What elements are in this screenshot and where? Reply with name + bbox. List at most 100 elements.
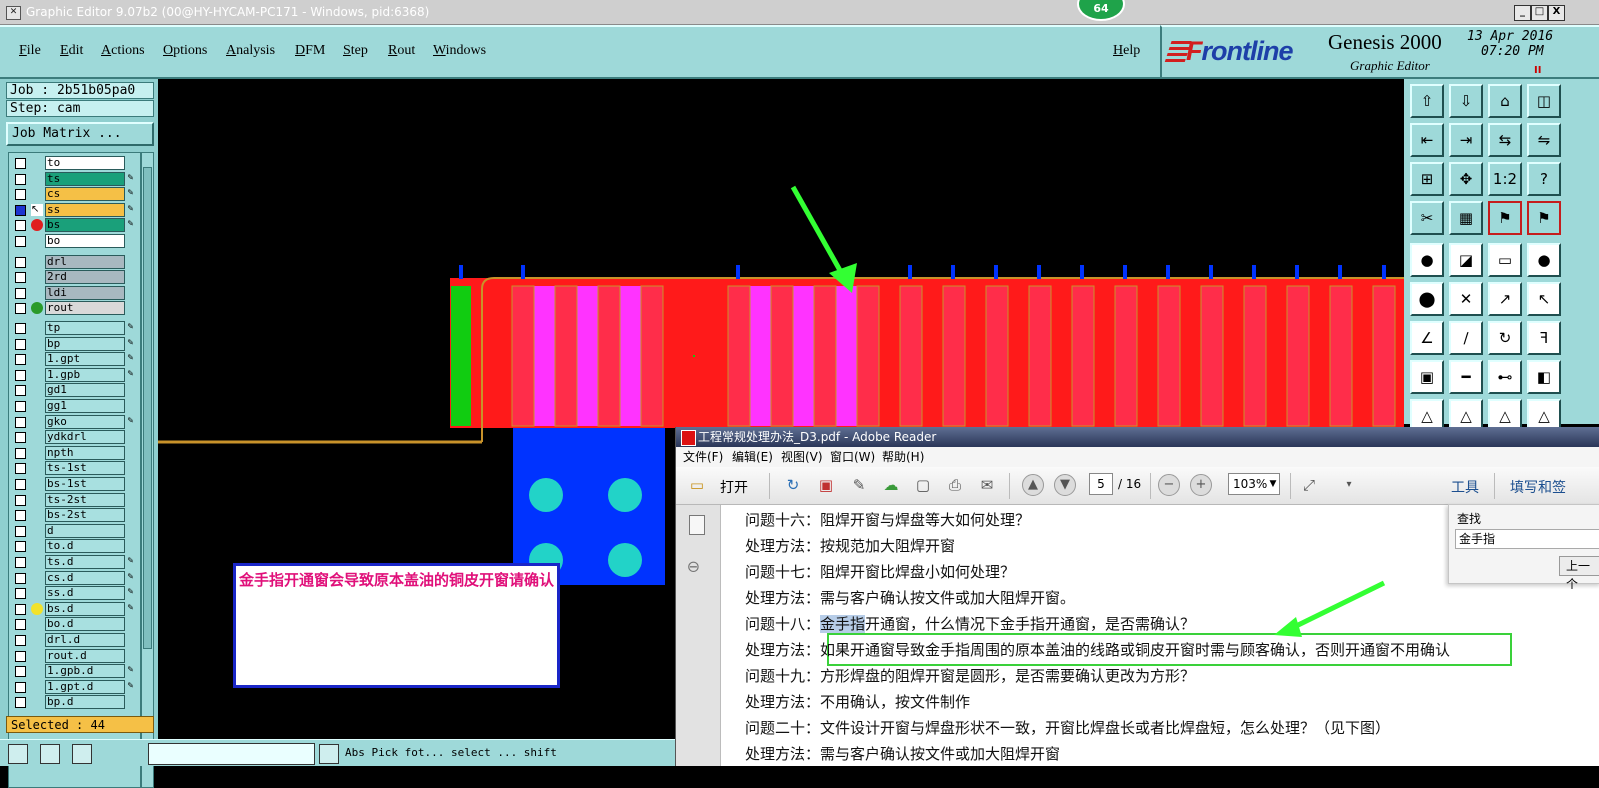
zoom-in-icon[interactable]: + xyxy=(1190,474,1212,496)
layer-checkbox[interactable] xyxy=(15,401,26,412)
layer-checkbox[interactable] xyxy=(15,603,26,615)
layer-row[interactable]: bs-2st xyxy=(9,508,140,523)
next-page-icon[interactable]: ▼ xyxy=(1054,474,1076,496)
layer-checkbox[interactable] xyxy=(15,650,26,662)
tool-icon[interactable]: ⇧ xyxy=(1410,84,1444,118)
layer-checkbox[interactable] xyxy=(15,572,26,584)
layer-checkbox[interactable] xyxy=(15,635,26,646)
layer-row[interactable]: bp ✎ xyxy=(9,336,140,352)
layer-row[interactable]: 1.gpt.d ✎ xyxy=(9,679,140,695)
layer-name[interactable]: npth xyxy=(45,445,125,460)
layer-checkbox[interactable] xyxy=(15,303,26,315)
fill-sign-link[interactable]: 填写和签 xyxy=(1510,477,1566,497)
layer-row[interactable]: rout.d xyxy=(9,648,140,664)
tool-icon[interactable]: ▭ xyxy=(1488,243,1522,277)
layer-row[interactable]: ydkdrl xyxy=(9,430,140,445)
layer-checkbox[interactable] xyxy=(15,666,26,678)
layer-name[interactable]: bp xyxy=(45,336,125,351)
layer-name[interactable]: bo xyxy=(45,234,125,248)
layer-name[interactable]: ts-1st xyxy=(45,461,125,476)
tool-icon[interactable]: ⊷ xyxy=(1488,360,1522,394)
zoom-dropdown-icon[interactable]: ▼ xyxy=(1266,474,1280,494)
combine-icon[interactable]: ▣ xyxy=(815,474,837,496)
layer-name[interactable]: bs xyxy=(45,218,125,233)
layer-row[interactable]: 1.gpb.d ✎ xyxy=(9,664,140,679)
tools-link[interactable]: 工具 xyxy=(1451,477,1479,497)
menu-file[interactable]: File xyxy=(19,43,41,59)
bottom-tool-icon[interactable] xyxy=(40,744,60,764)
layer-name[interactable]: 2rd xyxy=(45,270,125,285)
tool-icon[interactable]: ✂ xyxy=(1410,201,1444,235)
tool-icon[interactable]: ✥ xyxy=(1449,162,1483,196)
layer-checkbox[interactable] xyxy=(15,494,26,506)
layer-row[interactable]: ss.d ✎ xyxy=(9,586,140,601)
layer-row[interactable]: gd1 xyxy=(9,383,140,398)
tool-icon[interactable]: ● xyxy=(1527,243,1561,277)
layer-row[interactable]: bs.d ✎ xyxy=(9,601,140,617)
bottom-tool-icon[interactable] xyxy=(8,744,28,764)
layer-checkbox[interactable] xyxy=(15,557,26,568)
layer-row[interactable]: ts.d ✎ xyxy=(9,555,140,570)
layer-checkbox[interactable] xyxy=(15,272,26,284)
layer-checkbox[interactable] xyxy=(15,173,26,185)
layer-row[interactable]: 1.gpt ✎ xyxy=(9,352,140,367)
tool-icon[interactable]: ⇆ xyxy=(1488,123,1522,157)
reader-menu-window[interactable]: 窗口(W) xyxy=(830,447,875,467)
layer-checkbox[interactable] xyxy=(15,541,26,553)
layer-name[interactable]: cs.d xyxy=(45,570,125,585)
layer-name[interactable]: ts-2st xyxy=(45,492,125,507)
tool-icon[interactable]: ⌂ xyxy=(1488,84,1522,118)
layer-checkbox[interactable] xyxy=(15,354,26,366)
layer-row[interactable]: bs-1st xyxy=(9,477,140,492)
layer-name[interactable]: rout.d xyxy=(45,648,125,663)
layer-row[interactable]: bo xyxy=(9,234,140,249)
tool-icon[interactable]: ⬤ xyxy=(1410,282,1444,316)
tool-icon[interactable]: ✕ xyxy=(1449,282,1483,316)
layer-checkbox[interactable] xyxy=(15,158,26,169)
reader-menu-edit[interactable]: 编辑(E) xyxy=(732,447,773,467)
pause-icon[interactable]: II xyxy=(1534,65,1541,76)
find-input[interactable]: 金手指 xyxy=(1455,529,1599,549)
layer-name[interactable]: drl xyxy=(45,254,125,269)
tool-icon[interactable]: ⇤ xyxy=(1410,123,1444,157)
tool-icon[interactable]: ∕ xyxy=(1449,321,1483,355)
fullscreen-icon[interactable]: ⤢ xyxy=(1298,474,1320,496)
tool-icon[interactable]: ▦ xyxy=(1449,201,1483,235)
menu-rout[interactable]: Rout xyxy=(388,43,415,59)
tool-icon[interactable]: ◫ xyxy=(1527,84,1561,118)
tool-icon[interactable]: ↻ xyxy=(1488,321,1522,355)
layer-name[interactable]: 1.gpt xyxy=(45,352,125,367)
job-matrix-button[interactable]: Job Matrix ... xyxy=(6,122,154,146)
layer-checkbox[interactable] xyxy=(15,323,26,334)
layer-row[interactable]: ts-1st xyxy=(9,461,140,476)
find-prev-button[interactable]: 上一个 xyxy=(1559,556,1599,591)
layer-row[interactable]: to.d xyxy=(9,539,140,554)
layer-checkbox[interactable] xyxy=(15,287,26,299)
tool-icon[interactable]: ◧ xyxy=(1527,360,1561,394)
layer-name[interactable]: to xyxy=(45,156,125,170)
layer-name[interactable]: bs-1st xyxy=(45,477,125,491)
tool-icon[interactable]: ● xyxy=(1410,243,1444,277)
tool-icon[interactable]: ꟻ xyxy=(1527,321,1561,355)
layer-checkbox[interactable] xyxy=(15,697,26,709)
reader-menu-help[interactable]: 帮助(H) xyxy=(882,447,924,467)
layer-name[interactable]: 1.gpb.d xyxy=(45,664,125,679)
menu-help[interactable]: Help xyxy=(1113,43,1140,59)
tool-icon[interactable]: ⚑ xyxy=(1527,201,1561,235)
layer-name[interactable]: bp.d xyxy=(45,695,125,710)
menu-step[interactable]: Step xyxy=(343,43,368,59)
tool-icon[interactable]: 1:2 xyxy=(1488,162,1522,196)
tool-icon[interactable]: ? xyxy=(1527,162,1561,196)
open-button[interactable]: 打开 xyxy=(720,477,748,497)
menu-analysis[interactable]: Analysis xyxy=(226,43,275,59)
layer-row[interactable]: ts-2st xyxy=(9,492,140,508)
save-icon[interactable]: ▢ xyxy=(912,474,934,496)
layer-row[interactable]: ↖ ss ✎ xyxy=(9,202,140,218)
notification-badge[interactable]: 64 xyxy=(1077,0,1125,21)
command-input[interactable] xyxy=(148,743,315,765)
layer-checkbox[interactable] xyxy=(15,236,26,247)
layer-checkbox[interactable] xyxy=(15,463,26,475)
reader-menu-view[interactable]: 视图(V) xyxy=(781,447,823,467)
open-folder-icon[interactable]: ▭ xyxy=(686,474,708,496)
tool-icon[interactable]: ⇥ xyxy=(1449,123,1483,157)
